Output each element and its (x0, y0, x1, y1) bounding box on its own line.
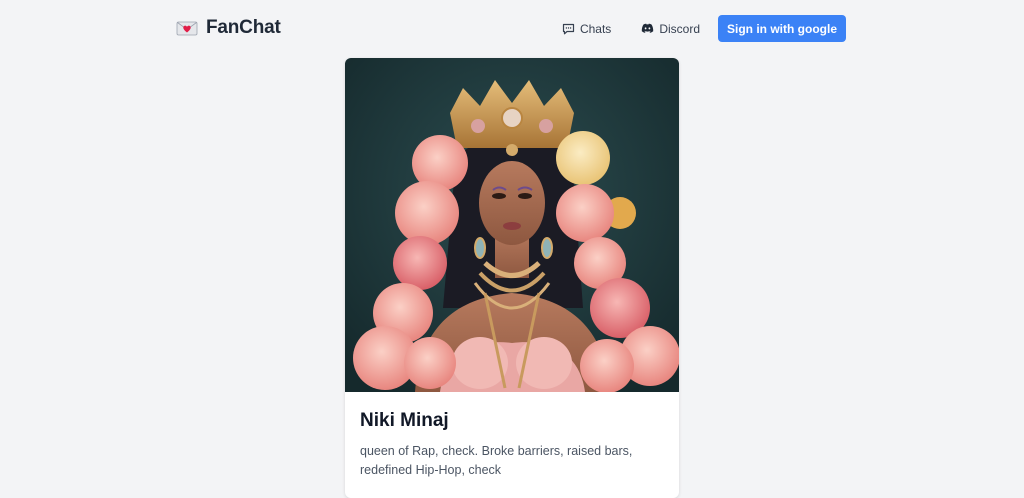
heart-envelope-icon (176, 21, 198, 36)
brand-logo[interactable]: FanChat (176, 16, 281, 40)
chats-link[interactable]: Chats (562, 22, 611, 36)
chat-bubble-icon (562, 23, 575, 34)
brand-name: FanChat (206, 17, 281, 38)
sign-in-with-google-button[interactable]: Sign in with google (718, 15, 846, 42)
discord-label: Discord (659, 21, 700, 36)
character-description: queen of Rap, check. Broke barriers, rai… (360, 444, 633, 477)
discord-icon (642, 23, 654, 33)
card-body: Niki Minaj queen of Rap, check. Broke ba… (345, 392, 679, 496)
character-name: Niki Minaj (360, 410, 449, 431)
top-navbar: FanChat Chats Discord Sign in with googl… (0, 0, 1024, 58)
character-portrait-image (345, 58, 679, 392)
discord-link[interactable]: Discord (641, 22, 700, 36)
character-card[interactable]: Niki Minaj queen of Rap, check. Broke ba… (345, 58, 679, 498)
nav-links: Chats Discord Sign in with google (562, 15, 846, 42)
chats-label: Chats (579, 21, 612, 36)
